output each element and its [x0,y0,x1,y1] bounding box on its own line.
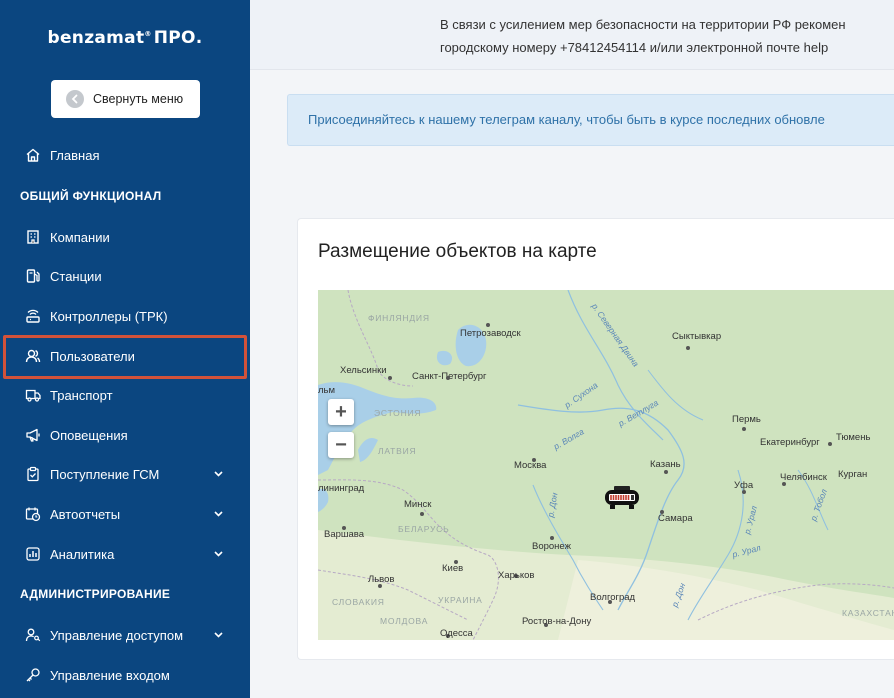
key-icon [24,666,42,684]
telegram-banner-text: Присоединяйтесь к нашему телеграм каналу… [308,112,825,127]
map-label: Курган [838,469,868,480]
sidebar-item-label: Компании [50,229,110,245]
station-marker-icon[interactable] [604,485,640,511]
highlight-box [3,335,247,379]
collapse-menu-label: Свернуть меню [93,92,184,106]
sidebar-item-controllers[interactable]: Контроллеры (ТРК) [0,304,250,328]
map-label: Львов [368,574,395,585]
city-dot [686,346,690,350]
top-notice-bar: В связи с усилением мер безопасности на … [250,0,894,70]
sidebar-item-label: Главная [50,147,100,163]
map-label: ФИНЛЯНДИЯ [368,313,430,323]
sidebar-item-transport[interactable]: Транспорт [0,383,250,407]
notice-line-2: городскому номеру +78412454114 и/или эле… [440,40,829,55]
clipboard-icon [24,465,42,483]
map-background [318,290,894,640]
sidebar-item-label: Контроллеры (ТРК) [50,308,168,324]
map-label: Киев [442,563,464,574]
map-label: Ростов-на-Дону [522,616,592,627]
map-label: БЕЛАРУСЬ [398,524,450,534]
section-title-admin: АДМИНИСТРИРОВАНИЕ [20,587,171,601]
map-label: Волгоград [590,592,636,603]
sidebar-item-stations[interactable]: Станции [0,264,250,288]
sidebar-item-analytics[interactable]: Аналитика [0,542,250,566]
chevron-down-icon [214,511,223,517]
map-label: Москва [514,460,547,471]
sidebar: benzamat® ПРО. Свернуть меню Главная ОБЩИ… [0,0,250,698]
sidebar-item-label: Оповещения [50,427,128,443]
map-label: лининград [318,483,365,494]
city-dot [388,376,392,380]
map-label: Казань [650,459,681,470]
sidebar-item-notifications[interactable]: Оповещения [0,423,250,447]
telegram-banner[interactable]: Присоединяйтесь к нашему телеграм каналу… [287,94,894,146]
map[interactable]: + − ФИНЛЯНДИЯ Петрозаводск Сыктывкар Хел… [318,290,894,640]
logo[interactable]: benzamat® ПРО. [0,28,250,48]
sidebar-item-label: Станции [50,268,102,284]
user-key-icon [24,626,42,644]
section-title-general: ОБЩИЙ ФУНКЦИОНАЛ [20,189,162,203]
city-dot [420,512,424,516]
map-label: Челябинск [780,472,827,483]
map-label: МОЛДОВА [380,616,429,626]
sidebar-item-label: Управление доступом [50,627,184,643]
sidebar-item-label: Автоотчеты [50,506,121,522]
map-label: Екатеринбург [760,437,820,448]
chevron-down-icon [214,551,223,557]
sidebar-item-label: Транспорт [50,387,113,403]
sidebar-item-label: Управление входом [50,667,170,683]
arrow-left-icon [66,90,84,108]
zoom-in-button[interactable]: + [328,399,354,425]
map-label: Петрозаводск [460,328,521,339]
megaphone-icon [24,426,42,444]
map-label: Пермь [732,414,761,425]
zoom-out-button[interactable]: − [328,432,354,458]
city-dot [446,376,450,380]
sidebar-item-access-control[interactable]: Управление доступом [0,623,250,647]
map-label: КАЗАХСТАН [842,608,894,618]
map-label: Самара [658,513,693,524]
notice-line-1: В связи с усилением мер безопасности на … [440,17,846,32]
chevron-down-icon [214,632,223,638]
city-dot [664,470,668,474]
fuel-pump-icon [24,267,42,285]
map-label: Хельсинки [340,365,387,376]
map-label: Тюмень [836,432,871,443]
city-dot [486,323,490,327]
building-icon [24,228,42,246]
map-label: ЭСТОНИЯ [374,408,422,418]
chart-icon [24,545,42,563]
map-label: СЛОВАКИЯ [332,597,385,607]
city-dot [550,536,554,540]
router-icon [24,307,42,325]
sidebar-item-companies[interactable]: Компании [0,225,250,249]
map-label: Минск [404,499,432,510]
city-dot [828,442,832,446]
map-label: УКРАИНА [438,595,483,605]
home-icon [24,146,42,164]
sidebar-item-label: Поступление ГСМ [50,466,160,482]
truck-icon [24,386,42,404]
card-title: Размещение объектов на карте [318,241,597,262]
collapse-menu-button[interactable]: Свернуть меню [51,80,200,118]
map-label: Варшава [324,529,365,540]
logo-text: benzamat [47,28,145,48]
sidebar-item-label: Аналитика [50,546,115,562]
sidebar-item-autoreports[interactable]: Автоотчеты [0,502,250,526]
logo-suffix: ПРО. [153,28,203,48]
map-label: Одесса [440,628,473,639]
logo-mark: ® [144,30,152,38]
sidebar-item-fuel-intake[interactable]: Поступление ГСМ [0,462,250,486]
sidebar-item-home[interactable]: Главная [0,143,250,167]
calendar-clock-icon [24,505,42,523]
map-label: Сыктывкар [672,331,722,342]
map-label: Харьков [498,570,535,581]
chevron-down-icon [214,471,223,477]
city-dot [742,427,746,431]
map-label: Уфа [734,480,754,491]
map-label: льм [318,385,336,396]
map-label: ЛАТВИЯ [378,446,417,456]
sidebar-item-login-control[interactable]: Управление входом [0,663,250,687]
map-label: Воронеж [532,541,571,552]
